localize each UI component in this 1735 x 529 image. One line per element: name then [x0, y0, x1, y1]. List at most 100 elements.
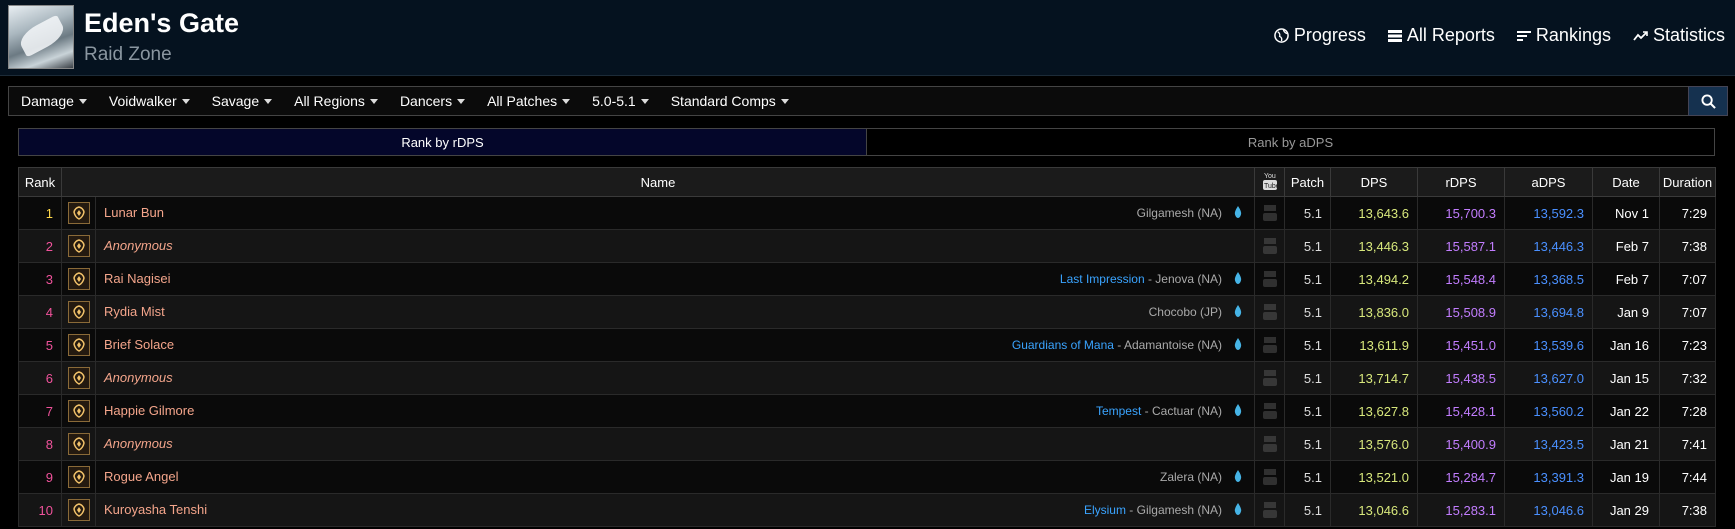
filter-dropdown[interactable]: Damage [21, 93, 87, 109]
table-row[interactable]: 10 Kuroyasha Tenshi Elysium - Gilgamesh (N… [18, 493, 1716, 527]
filter-label: Standard Comps [670, 93, 776, 109]
dancer-icon [67, 334, 90, 356]
rank-tabs: Rank by rDPS Rank by aDPS [18, 128, 1715, 156]
nav-rankings[interactable]: Rankings [1516, 25, 1611, 46]
server-info: Gilgamesh (NA) [1137, 206, 1222, 220]
col-rank[interactable]: Rank [18, 167, 62, 197]
dancer-icon [67, 268, 90, 290]
duration-cell: 7:38 [1659, 229, 1716, 263]
guild-link[interactable]: Elysium [1084, 503, 1126, 517]
date-cell[interactable]: Feb 7 [1592, 229, 1660, 263]
filter-label: Damage [21, 93, 74, 109]
dps-cell: 13,521.0 [1330, 460, 1418, 494]
patch-cell: 5.1 [1284, 328, 1331, 362]
filter-label: Savage [211, 93, 260, 109]
col-adps[interactable]: aDPS [1504, 167, 1593, 197]
date-cell[interactable]: Jan 9 [1592, 295, 1660, 329]
search-icon [1700, 93, 1716, 109]
adps-cell: 13,694.8 [1504, 295, 1593, 329]
rank-cell: 1 [18, 196, 62, 230]
date-cell[interactable]: Nov 1 [1592, 196, 1660, 230]
video-cell [1254, 427, 1285, 461]
adps-cell: 13,046.6 [1504, 493, 1593, 527]
video-cell [1254, 361, 1285, 395]
rank-cell: 7 [18, 394, 62, 428]
video-cell [1254, 196, 1285, 230]
date-cell[interactable]: Jan 19 [1592, 460, 1660, 494]
guild-link[interactable]: Tempest [1096, 404, 1141, 418]
date-cell[interactable]: Jan 15 [1592, 361, 1660, 395]
job-cell [61, 229, 96, 263]
table-row[interactable]: 4 Rydia Mist Chocobo (JP) 5.1 13,836.0 15,508… [18, 295, 1716, 329]
job-cell [61, 427, 96, 461]
player-name[interactable]: Rydia Mist [104, 304, 165, 319]
player-name[interactable]: Rai Nagisei [104, 271, 170, 286]
filter-dropdown[interactable]: Standard Comps [671, 93, 789, 109]
adps-cell: 13,391.3 [1504, 460, 1593, 494]
table-row[interactable]: 1 Lunar Bun Gilgamesh (NA) 5.1 13,643.6 15,70… [18, 196, 1716, 230]
server-info: Last Impression - Jenova (NA) [1059, 272, 1222, 286]
col-dps[interactable]: DPS [1330, 167, 1418, 197]
youtube-icon [1262, 238, 1277, 254]
filter-dropdown[interactable]: All Patches [487, 93, 571, 109]
date-cell[interactable]: Jan 22 [1592, 394, 1660, 428]
table-row[interactable]: 7 Happie Gilmore Tempest - Cactuar (NA) 5.1… [18, 394, 1716, 428]
player-name[interactable]: Brief Solace [104, 337, 174, 352]
tab-rank-by-rdps[interactable]: Rank by rDPS [19, 129, 867, 155]
col-date[interactable]: Date [1592, 167, 1660, 197]
player-name[interactable]: Happie Gilmore [104, 403, 194, 418]
player-name[interactable]: Anonymous [104, 436, 173, 451]
date-cell[interactable]: Jan 16 [1592, 328, 1660, 362]
guild-link[interactable]: Last Impression [1060, 272, 1145, 286]
filter-dropdown[interactable]: 5.0-5.1 [592, 93, 649, 109]
table-row[interactable]: 9 Rogue Angel Zalera (NA) 5.1 13,521.0 15,284… [18, 460, 1716, 494]
table-row[interactable]: 3 Rai Nagisei Last Impression - Jenova (NA… [18, 262, 1716, 296]
name-cell: Rai Nagisei Last Impression - Jenova (NA) [95, 262, 1255, 296]
adps-cell: 13,627.0 [1504, 361, 1593, 395]
table-row[interactable]: 6 Anonymous 5.1 13,714.7 15,438.5 13,627.0 Jan… [18, 361, 1716, 395]
tab-rank-by-adps[interactable]: Rank by aDPS [867, 129, 1714, 155]
rdps-cell: 15,451.0 [1417, 328, 1505, 362]
date-cell[interactable]: Jan 21 [1592, 427, 1660, 461]
server-info: Chocobo (JP) [1149, 305, 1222, 319]
rank-cell: 2 [18, 229, 62, 263]
search-button[interactable] [1688, 86, 1728, 116]
video-cell [1254, 262, 1285, 296]
guild-link[interactable]: Guardians of Mana [1012, 338, 1114, 352]
nav-progress[interactable]: Progress [1274, 25, 1366, 46]
filter-dropdown[interactable]: Voidwalker [109, 93, 190, 109]
patch-cell: 5.1 [1284, 427, 1331, 461]
player-name[interactable]: Lunar Bun [104, 205, 164, 220]
filter-dropdown[interactable]: Savage [211, 93, 273, 109]
youtube-icon [1262, 502, 1277, 518]
player-name[interactable]: Rogue Angel [104, 469, 178, 484]
youtube-icon [1262, 370, 1277, 386]
col-duration[interactable]: Duration [1659, 167, 1716, 197]
svg-text:Tube: Tube [1264, 183, 1277, 190]
adps-cell: 13,446.3 [1504, 229, 1593, 263]
player-name[interactable]: Anonymous [104, 370, 173, 385]
dancer-icon [67, 367, 90, 389]
filter-dropdown[interactable]: All Regions [294, 93, 378, 109]
nav-all-reports[interactable]: All Reports [1387, 25, 1495, 46]
rdps-cell: 15,400.9 [1417, 427, 1505, 461]
table-row[interactable]: 5 Brief Solace Guardians of Mana - Adamant… [18, 328, 1716, 362]
col-rdps[interactable]: rDPS [1417, 167, 1505, 197]
filter-dropdown[interactable]: Dancers [400, 93, 466, 109]
player-name[interactable]: Kuroyasha Tenshi [104, 502, 207, 517]
dps-cell: 13,046.6 [1330, 493, 1418, 527]
patch-cell: 5.1 [1284, 394, 1331, 428]
patch-cell: 5.1 [1284, 493, 1331, 527]
date-cell[interactable]: Feb 7 [1592, 262, 1660, 296]
table-row[interactable]: 2 Anonymous 5.1 13,446.3 15,587.1 13,446.3 Feb… [18, 229, 1716, 263]
table-row[interactable]: 8 Anonymous 5.1 13,576.0 15,400.9 13,423.5 Jan… [18, 427, 1716, 461]
job-cell [61, 295, 96, 329]
rank-cell: 10 [18, 493, 62, 527]
nav-statistics[interactable]: Statistics [1633, 25, 1725, 46]
youtube-icon: You Tube [1262, 173, 1279, 190]
col-patch[interactable]: Patch [1284, 167, 1331, 197]
date-cell[interactable]: Jan 29 [1592, 493, 1660, 527]
youtube-icon [1262, 436, 1277, 452]
player-name[interactable]: Anonymous [104, 238, 173, 253]
col-name[interactable]: Name [61, 167, 1255, 197]
